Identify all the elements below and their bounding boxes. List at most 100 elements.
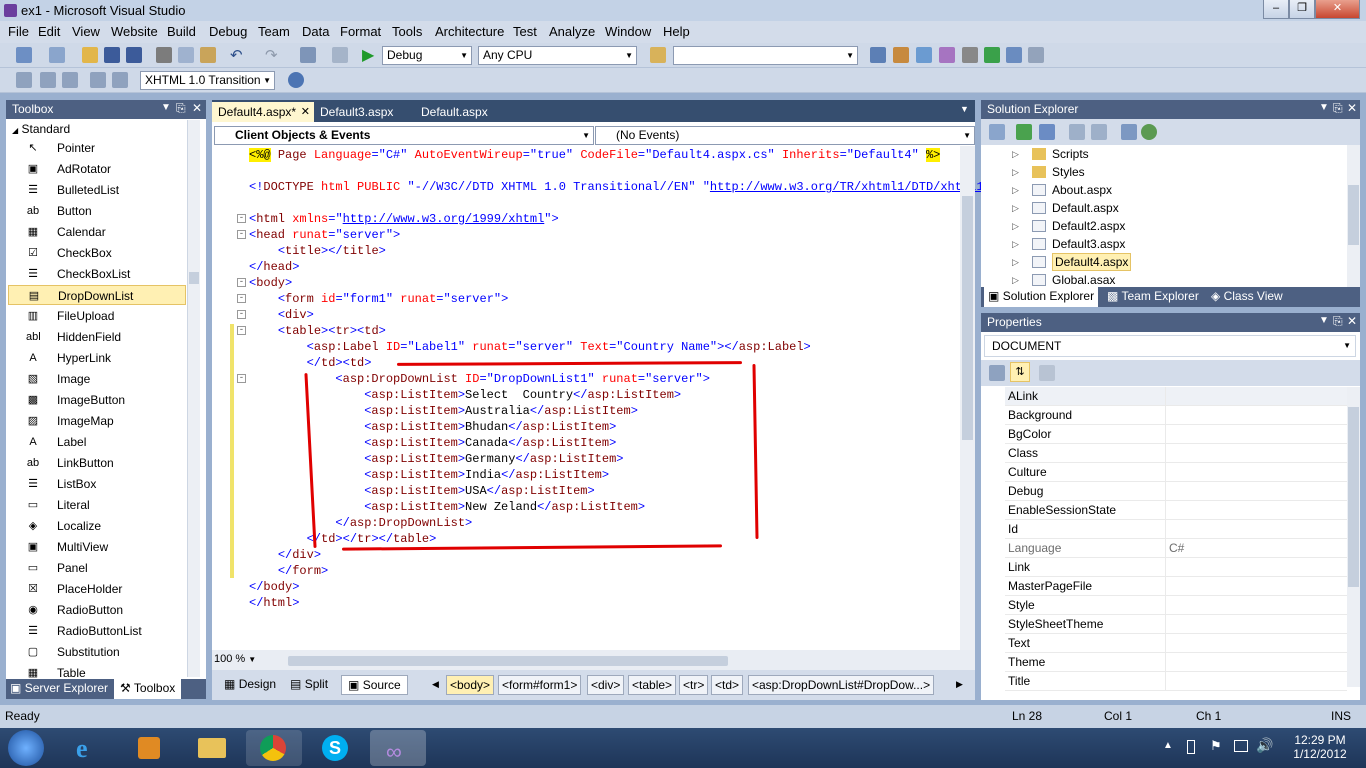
property-value[interactable]: [1165, 520, 1169, 539]
format-document-icon[interactable]: [62, 72, 78, 88]
outdent-icon[interactable]: [16, 72, 32, 88]
expand-arrow-icon[interactable]: ▷: [1012, 217, 1019, 235]
find-combo[interactable]: ▼: [673, 46, 858, 65]
properties-icon[interactable]: [893, 47, 909, 63]
properties-scrollbar[interactable]: [1347, 387, 1360, 687]
platform-combo[interactable]: Any CPU ▼: [478, 46, 637, 65]
toolbox-item[interactable]: ▣ AdRotator: [8, 159, 186, 179]
toolbox-item[interactable]: ▨ ImageMap: [8, 411, 186, 431]
property-pages-icon[interactable]: [1039, 365, 1055, 381]
solution-tree-item[interactable]: ▷ Default3.aspx: [981, 235, 1347, 253]
refresh-icon[interactable]: [1016, 124, 1032, 140]
toolbox-item[interactable]: A Label: [8, 432, 186, 452]
close-tab-icon[interactable]: ✕: [301, 102, 310, 122]
menu-debug[interactable]: Debug: [209, 24, 247, 39]
scroll-thumb[interactable]: [1348, 185, 1359, 245]
clock[interactable]: 12:29 PM 1/12/2012: [1290, 733, 1350, 761]
toolbox-item[interactable]: ☑ CheckBox: [8, 243, 186, 263]
cut-icon[interactable]: [156, 47, 172, 63]
solution-config-combo[interactable]: Debug ▼: [382, 46, 472, 65]
property-row[interactable]: EnableSessionState: [1005, 501, 1347, 520]
pin-icon[interactable]: ⎘: [1333, 101, 1343, 116]
fold-toggle[interactable]: -: [237, 374, 246, 383]
panel-menu-icon[interactable]: ▼: [161, 102, 171, 113]
property-value[interactable]: [1165, 406, 1169, 425]
property-row[interactable]: Debug: [1005, 482, 1347, 501]
property-value[interactable]: [1165, 596, 1169, 615]
toolbox-item[interactable]: ☰ ListBox: [8, 474, 186, 494]
property-row[interactable]: BgColor: [1005, 425, 1347, 444]
solution-scrollbar[interactable]: [1347, 145, 1360, 287]
toolbox-item[interactable]: ▤ DropDownList: [8, 285, 186, 305]
expand-arrow-icon[interactable]: ▷: [1012, 145, 1019, 163]
property-value[interactable]: [1165, 672, 1169, 691]
toolbox-item[interactable]: A HyperLink: [8, 348, 186, 368]
property-row[interactable]: Background: [1005, 406, 1347, 425]
categorized-icon[interactable]: [989, 365, 1005, 381]
toolbox-item[interactable]: ◈ Localize: [8, 516, 186, 536]
object-browser-icon[interactable]: [916, 47, 932, 63]
format-selection-icon[interactable]: [40, 72, 56, 88]
visual-studio-taskbar-icon[interactable]: ∞: [370, 730, 426, 766]
property-row[interactable]: Id: [1005, 520, 1347, 539]
expand-arrow-icon[interactable]: ▷: [1012, 235, 1019, 253]
solution-tree-item[interactable]: ▷ Default.aspx: [981, 199, 1347, 217]
menu-format[interactable]: Format: [340, 24, 381, 39]
panel-menu-icon[interactable]: ▼: [1319, 315, 1329, 326]
minimize-button[interactable]: –: [1263, 0, 1289, 19]
toolbox-item[interactable]: ▧ Image: [8, 369, 186, 389]
expand-arrow-icon[interactable]: ▷: [1012, 253, 1019, 271]
toolbox-icon[interactable]: [939, 47, 955, 63]
view-code-icon[interactable]: [1069, 124, 1085, 140]
start-debugging-icon[interactable]: ▶: [362, 45, 374, 65]
view-designer-icon[interactable]: [1091, 124, 1107, 140]
toolbox-item[interactable]: ▭ Panel: [8, 558, 186, 578]
property-row[interactable]: Culture: [1005, 463, 1347, 482]
property-row[interactable]: Link: [1005, 558, 1347, 577]
tab-toolbox[interactable]: ⚒ Toolbox: [114, 679, 182, 699]
editor-vscrollbar[interactable]: [960, 146, 975, 666]
menu-view[interactable]: View: [72, 24, 100, 39]
property-value[interactable]: [1165, 615, 1169, 634]
property-value[interactable]: [1165, 444, 1169, 463]
maximize-button[interactable]: ❐: [1289, 0, 1315, 19]
menu-website[interactable]: Website: [111, 24, 158, 39]
toolbox-item[interactable]: ab Button: [8, 201, 186, 221]
panel-menu-icon[interactable]: ▼: [1319, 102, 1329, 113]
property-row[interactable]: ALink: [1005, 387, 1347, 406]
menu-data[interactable]: Data: [302, 24, 329, 39]
solution-tree-item[interactable]: ▷ About.aspx: [981, 181, 1347, 199]
property-row[interactable]: MasterPageFile: [1005, 577, 1347, 596]
menu-tools[interactable]: Tools: [392, 24, 422, 39]
toolbox-item[interactable]: ☒ PlaceHolder: [8, 579, 186, 599]
nest-files-icon[interactable]: [1039, 124, 1055, 140]
close-button[interactable]: ✕: [1315, 0, 1360, 19]
property-value[interactable]: [1165, 387, 1169, 406]
property-value[interactable]: [1165, 634, 1169, 653]
menu-team[interactable]: Team: [258, 24, 290, 39]
toolbox-group-standard[interactable]: ◢ Standard: [12, 122, 70, 136]
save-icon[interactable]: [104, 47, 120, 63]
property-row[interactable]: Text: [1005, 634, 1347, 653]
property-value[interactable]: [1165, 558, 1169, 577]
toolbox-item[interactable]: ↖ Pointer: [8, 138, 186, 158]
internet-explorer-icon[interactable]: e: [62, 730, 118, 766]
properties-object-combo[interactable]: DOCUMENT ▼: [984, 335, 1356, 357]
copy-icon[interactable]: [178, 47, 194, 63]
menu-architecture[interactable]: Architecture: [435, 24, 504, 39]
toolbox-item[interactable]: ab LinkButton: [8, 453, 186, 473]
volume-icon[interactable]: 🔊: [1256, 737, 1273, 754]
property-value[interactable]: [1165, 577, 1169, 596]
properties-icon[interactable]: [989, 124, 1005, 140]
redo-icon[interactable]: ↷: [265, 46, 278, 64]
navigate-back-icon[interactable]: [300, 47, 316, 63]
fold-toggle[interactable]: -: [237, 310, 246, 319]
paste-icon[interactable]: [200, 47, 216, 63]
expand-arrow-icon[interactable]: ▷: [1012, 181, 1019, 199]
toolbox-item[interactable]: abl HiddenField: [8, 327, 186, 347]
undo-icon[interactable]: ↶: [230, 46, 243, 64]
crumb-table[interactable]: <table>: [628, 675, 677, 695]
crumb-body[interactable]: <body>: [446, 675, 495, 695]
tab-list-icon[interactable]: ▼: [960, 104, 969, 114]
property-value[interactable]: [1165, 463, 1169, 482]
